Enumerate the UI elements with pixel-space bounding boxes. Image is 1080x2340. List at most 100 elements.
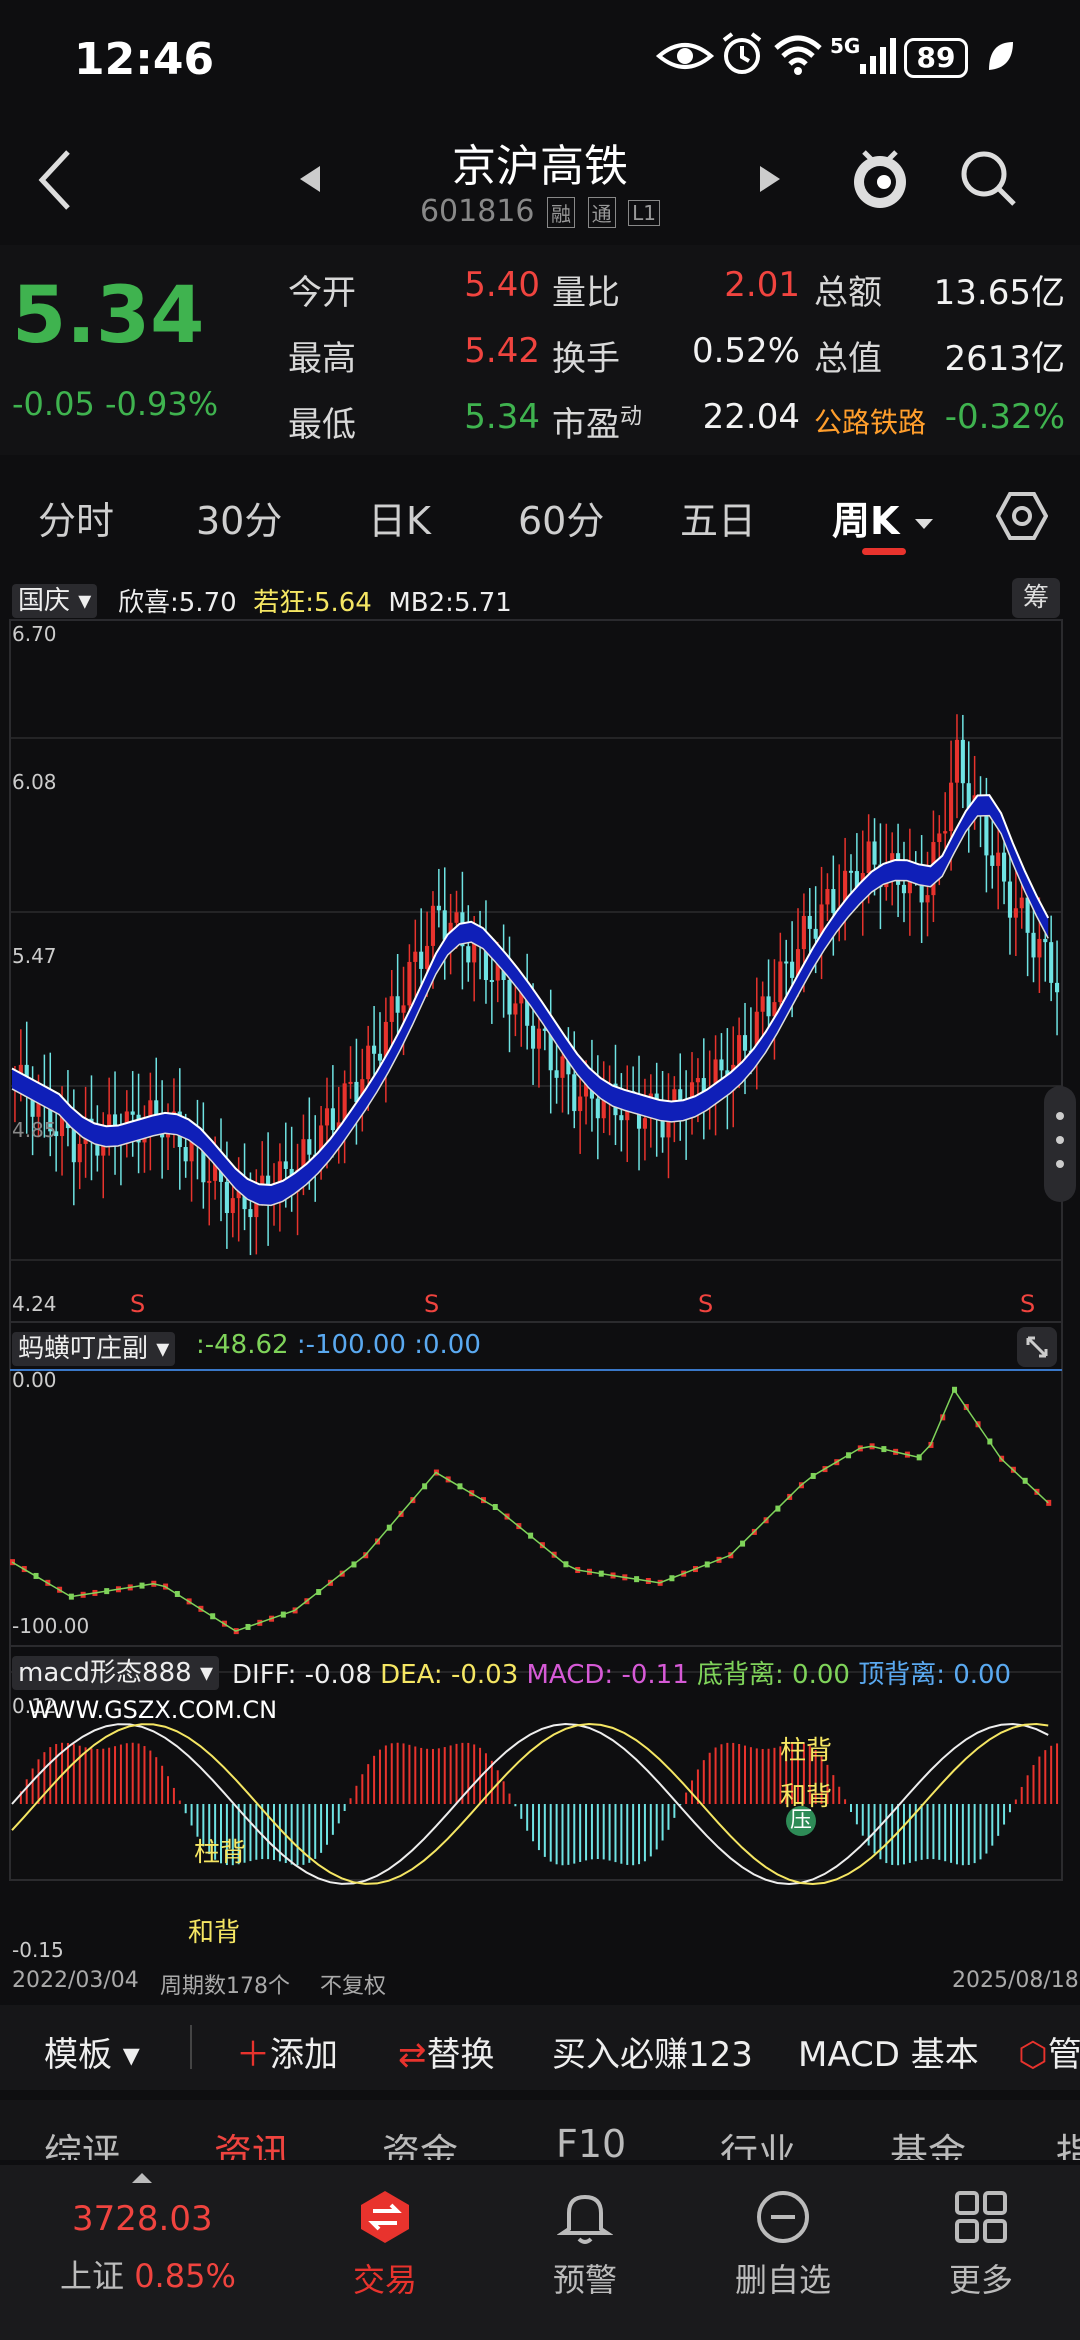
candle-body bbox=[507, 979, 512, 1015]
open-label: 今开 bbox=[288, 273, 356, 313]
candle-body bbox=[778, 961, 783, 1003]
main-indicator-select[interactable]: 国庆 ▾ bbox=[12, 580, 98, 618]
nav-remove-watch-label: 删自选 bbox=[734, 2261, 831, 2299]
info-tab-overview[interactable]: 综评 bbox=[44, 2122, 120, 2160]
low-value: 5.34 bbox=[464, 397, 540, 437]
template-label: 模板 bbox=[44, 2035, 112, 2075]
candle-body bbox=[960, 739, 965, 784]
legend-ruokuang-label: 若狂: bbox=[253, 588, 314, 618]
candle-body bbox=[813, 928, 818, 939]
index-value[interactable]: 3728.03 bbox=[72, 2199, 213, 2239]
tag-margin: 融 bbox=[547, 197, 576, 228]
tab-daily[interactable]: 日K bbox=[368, 490, 431, 545]
leaf-icon bbox=[989, 42, 1013, 70]
candle-body bbox=[230, 1198, 235, 1214]
nav-trade[interactable]: 交易 bbox=[310, 2189, 460, 2301]
change-value: -0.05 bbox=[12, 385, 95, 423]
sector-label[interactable]: 公路铁路 bbox=[814, 401, 926, 441]
candle-body bbox=[784, 961, 789, 964]
tab-30min[interactable]: 30分 bbox=[196, 490, 282, 545]
index-info[interactable]: 上证 0.85% bbox=[60, 2251, 236, 2297]
sub2-dea: DEA: -0.03 bbox=[380, 1660, 519, 1690]
side-drawer-handle[interactable] bbox=[1044, 1086, 1076, 1202]
tab-weekly[interactable]: 周K bbox=[832, 490, 935, 545]
indicator-buy-button[interactable]: 买入必赚123 bbox=[552, 2027, 753, 2076]
nav-alert-label: 预警 bbox=[552, 2261, 617, 2299]
candle-body bbox=[925, 895, 930, 903]
info-tab-f10[interactable]: F10 bbox=[556, 2122, 626, 2160]
candle-body bbox=[695, 1078, 700, 1083]
tag-connect: 通 bbox=[587, 197, 616, 228]
nav-trade-label: 交易 bbox=[352, 2261, 417, 2299]
candle-body bbox=[1031, 932, 1036, 958]
sub1-value-2: :-100.00 bbox=[296, 1330, 406, 1360]
open-value: 5.40 bbox=[464, 265, 540, 305]
sub1-indicator-select[interactable]: 蚂蟥叮庄副 ▾ bbox=[12, 1328, 176, 1366]
chip-distribution-button[interactable]: 筹 bbox=[1012, 578, 1060, 618]
caret-up-icon bbox=[132, 2173, 152, 2183]
nav-more[interactable]: 更多 bbox=[906, 2189, 1056, 2301]
candle-body bbox=[107, 1114, 112, 1127]
add-button[interactable]: ＋添加 bbox=[236, 2027, 338, 2076]
watermark: WWW.GSZX.COM.CN bbox=[28, 1696, 278, 1724]
candle-body bbox=[1025, 897, 1030, 933]
candle-body bbox=[619, 1115, 624, 1121]
candle-body bbox=[872, 841, 877, 865]
sub1-indicator-name: 蚂蟥叮庄副 bbox=[18, 1334, 149, 1364]
high-label: 最高 bbox=[288, 339, 356, 379]
adjust-mode[interactable]: 不复权 bbox=[320, 1968, 386, 2000]
info-tab-news[interactable]: 资讯 bbox=[214, 2122, 290, 2160]
tab-60min[interactable]: 60分 bbox=[518, 490, 604, 545]
candle-body bbox=[283, 1161, 288, 1169]
indicator-macd-button[interactable]: MACD 基本 bbox=[798, 2027, 979, 2076]
manage-icon: ⬡ bbox=[1018, 2035, 1048, 2075]
battery-level: 89 bbox=[904, 38, 968, 78]
manage-button[interactable]: ⬡管 bbox=[1018, 2027, 1080, 2076]
pe-sup: 动 bbox=[620, 404, 643, 430]
last-price: 5.34 bbox=[12, 271, 205, 361]
info-tab-funds[interactable]: 资金 bbox=[382, 2122, 458, 2160]
candle-body bbox=[901, 884, 907, 894]
candle-body bbox=[401, 1005, 406, 1013]
candle-body bbox=[430, 905, 436, 946]
next-stock-icon[interactable] bbox=[758, 164, 782, 194]
mascot-icon[interactable] bbox=[850, 142, 910, 214]
chart-end-date: 2025/08/18 bbox=[952, 1968, 1079, 1993]
info-tab-index[interactable]: 指 bbox=[1056, 2122, 1080, 2160]
nav-remove-watch[interactable]: 删自选 bbox=[708, 2189, 858, 2301]
info-tab-industry[interactable]: 行业 bbox=[720, 2122, 796, 2160]
candle-body bbox=[536, 1028, 542, 1049]
mktcap-value: 2613亿 bbox=[944, 339, 1065, 379]
candle-body bbox=[324, 1108, 330, 1126]
candle-body bbox=[760, 996, 765, 1012]
candle-body bbox=[419, 951, 424, 969]
settings-hexagon-icon[interactable] bbox=[996, 490, 1048, 542]
sub2-indicator-select[interactable]: macd形态888 ▾ bbox=[12, 1652, 220, 1690]
sector-change: -0.32% bbox=[944, 397, 1065, 437]
expand-icon[interactable] bbox=[1016, 1326, 1058, 1368]
candle-body bbox=[954, 739, 960, 783]
candle-body bbox=[71, 1128, 76, 1163]
search-icon[interactable] bbox=[956, 146, 1020, 210]
main-candles bbox=[12, 714, 1060, 1256]
template-button[interactable]: 模板 ▾ bbox=[44, 2027, 140, 2076]
nav-alert[interactable]: 预警 bbox=[510, 2189, 660, 2301]
tag-level: L1 bbox=[628, 199, 661, 226]
annotation-1: 柱背 bbox=[194, 1838, 247, 1868]
stock-code-text: 601816 bbox=[419, 194, 535, 229]
tab-intraday[interactable]: 分时 bbox=[38, 490, 114, 545]
replace-button[interactable]: ⇄替换 bbox=[398, 2027, 495, 2076]
active-tab-indicator bbox=[862, 548, 906, 555]
candle-body bbox=[790, 961, 795, 978]
kline-chart[interactable] bbox=[0, 560, 1080, 2000]
change-percent: -0.93% bbox=[104, 385, 219, 423]
info-tab-fund[interactable]: 基金 bbox=[890, 2122, 966, 2160]
candle-body bbox=[466, 946, 471, 963]
candle-body bbox=[260, 1175, 265, 1184]
tab-5day[interactable]: 五日 bbox=[680, 490, 756, 545]
low-label: 最低 bbox=[288, 405, 356, 445]
replace-label: 替换 bbox=[426, 2035, 495, 2075]
candle-body bbox=[719, 1059, 724, 1071]
nav-more-label: 更多 bbox=[948, 2261, 1013, 2299]
sub2-bottom-div: 底背离: 0.00 bbox=[697, 1660, 850, 1690]
